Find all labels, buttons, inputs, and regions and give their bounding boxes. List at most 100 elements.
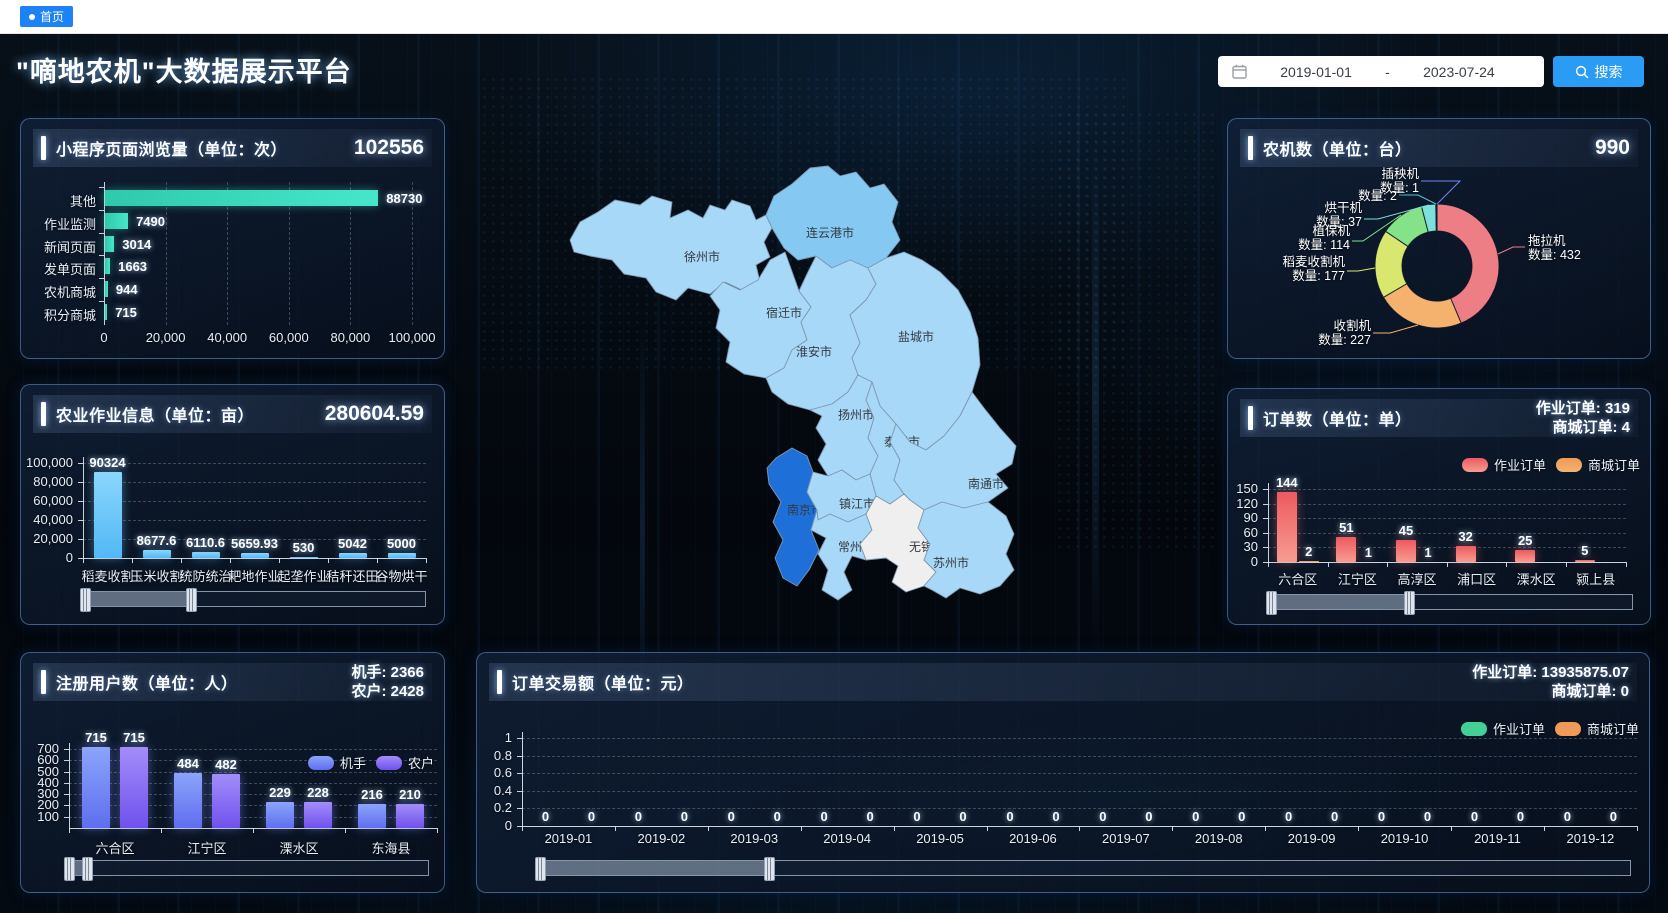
bar[interactable]: [1299, 561, 1319, 562]
bar-value-label: 5: [1545, 543, 1625, 558]
date-start-value[interactable]: 2019-01-01: [1280, 64, 1352, 80]
leader-line: [1347, 268, 1375, 271]
map-region[interactable]: [766, 166, 900, 268]
bar[interactable]: [120, 747, 148, 828]
category-label: 2019-08: [1179, 831, 1259, 846]
bar[interactable]: [82, 747, 110, 828]
x-tick-mark: [1447, 562, 1448, 567]
bar[interactable]: [358, 804, 386, 828]
light-pillar-decoration: [1092, 140, 1099, 660]
bar[interactable]: [266, 802, 294, 828]
datazoom-handle[interactable]: [186, 588, 197, 612]
datazoom-handle[interactable]: [764, 857, 775, 881]
tab-home[interactable]: 首页: [20, 6, 73, 27]
bar[interactable]: [105, 281, 108, 297]
datazoom-slider[interactable]: [67, 860, 429, 876]
search-button-label: 搜索: [1595, 62, 1623, 82]
bar[interactable]: [105, 258, 110, 274]
bar[interactable]: [143, 550, 171, 558]
grid-line: [522, 791, 1637, 792]
datazoom-selected-range[interactable]: [84, 592, 190, 606]
date-end-value[interactable]: 2023-07-24: [1423, 64, 1495, 80]
search-icon: [1575, 65, 1589, 79]
map-region[interactable]: [767, 448, 819, 586]
y-tick-label: 0.2: [460, 800, 512, 815]
bar[interactable]: [105, 190, 378, 206]
bar[interactable]: [105, 236, 114, 252]
legend-item[interactable]: 机手: [308, 753, 366, 772]
panel-users: 注册用户数（单位：人） 机手: 2366 农户: 2428 1002003004…: [20, 652, 445, 893]
x-tick-mark: [1637, 826, 1638, 831]
y-tick-label: 60: [1206, 525, 1258, 540]
datazoom-handle[interactable]: [80, 588, 91, 612]
category-label: 2019-05: [900, 831, 980, 846]
y-tick-label: 0: [21, 550, 73, 565]
x-tick-mark: [426, 558, 427, 563]
legend-item[interactable]: 作业订单: [1461, 719, 1545, 738]
bar[interactable]: [105, 213, 128, 229]
map-region-label: 苏州市: [933, 555, 969, 570]
bar-value-label: 210: [370, 787, 450, 802]
x-tick-mark: [328, 558, 329, 563]
datazoom-slider[interactable]: [538, 860, 1631, 876]
bar-value-label: 944: [116, 282, 138, 297]
legend-item[interactable]: 商城订单: [1555, 719, 1639, 738]
datazoom-slider[interactable]: [83, 591, 426, 607]
bar[interactable]: [388, 553, 416, 558]
category-tick: [99, 255, 104, 256]
bar[interactable]: [304, 802, 332, 828]
datazoom-handle[interactable]: [1266, 591, 1277, 615]
map-region-label: 连云港市: [806, 225, 854, 240]
datazoom-handle[interactable]: [64, 857, 75, 881]
bar[interactable]: [1456, 546, 1476, 562]
date-separator: -: [1385, 64, 1390, 80]
y-tick-label: 0.8: [460, 748, 512, 763]
legend-pill: [1462, 458, 1488, 472]
x-tick-mark: [230, 558, 231, 563]
grid-line: [83, 520, 426, 521]
y-tick-label: 0.4: [460, 783, 512, 798]
datazoom-handle[interactable]: [535, 857, 546, 881]
datazoom-slider[interactable]: [1269, 594, 1633, 610]
category-label: 农机商城: [16, 282, 96, 301]
bar[interactable]: [1575, 560, 1595, 562]
bar-value-label: 482: [186, 757, 266, 772]
category-tick: [99, 187, 104, 188]
legend-item[interactable]: 作业订单: [1462, 455, 1546, 474]
bar[interactable]: [105, 304, 107, 320]
x-tick-label: 60,000: [259, 330, 319, 345]
y-tick-label: 1: [460, 730, 512, 745]
x-tick-mark: [1358, 826, 1359, 831]
bar[interactable]: [339, 553, 367, 558]
datazoom-handle[interactable]: [1404, 591, 1415, 615]
donut-label: 数量: 2: [1358, 189, 1397, 203]
grid-line: [1268, 504, 1626, 505]
bar[interactable]: [192, 552, 220, 558]
search-button[interactable]: 搜索: [1553, 56, 1644, 87]
date-range-picker[interactable]: 2019-01-01 - 2023-07-24: [1218, 56, 1544, 87]
donut-label: 稻麦收割机数量: 177: [1282, 255, 1345, 283]
datazoom-selected-range[interactable]: [539, 861, 769, 875]
legend-item[interactable]: 农户: [376, 753, 434, 772]
bar[interactable]: [290, 557, 318, 558]
datazoom-handle[interactable]: [82, 857, 93, 881]
y-axis-line: [83, 457, 84, 558]
datazoom-selected-range[interactable]: [1270, 595, 1408, 609]
bar-value-label: 88730: [386, 191, 422, 206]
leader-line: [1421, 181, 1460, 204]
bar[interactable]: [1515, 550, 1535, 562]
bar-value-label: 144: [1247, 475, 1327, 490]
category-label: 溧水区: [259, 838, 339, 857]
bar[interactable]: [212, 774, 240, 828]
map-region[interactable]: [918, 502, 1014, 598]
bar[interactable]: [396, 804, 424, 828]
category-label: 六合区: [75, 838, 155, 857]
bar-value-label: 3014: [122, 237, 151, 252]
map-region[interactable]: [570, 196, 772, 300]
bar[interactable]: [174, 773, 202, 828]
map-region[interactable]: [811, 510, 872, 600]
donut-label-line: 数量: 2: [1358, 189, 1397, 203]
x-tick-mark: [1079, 826, 1080, 831]
transactions-grouped-bar-chart: 00.20.40.60.81作业订单商城订单002019-01002019-02…: [477, 653, 1649, 892]
legend-item[interactable]: 商城订单: [1556, 455, 1640, 474]
